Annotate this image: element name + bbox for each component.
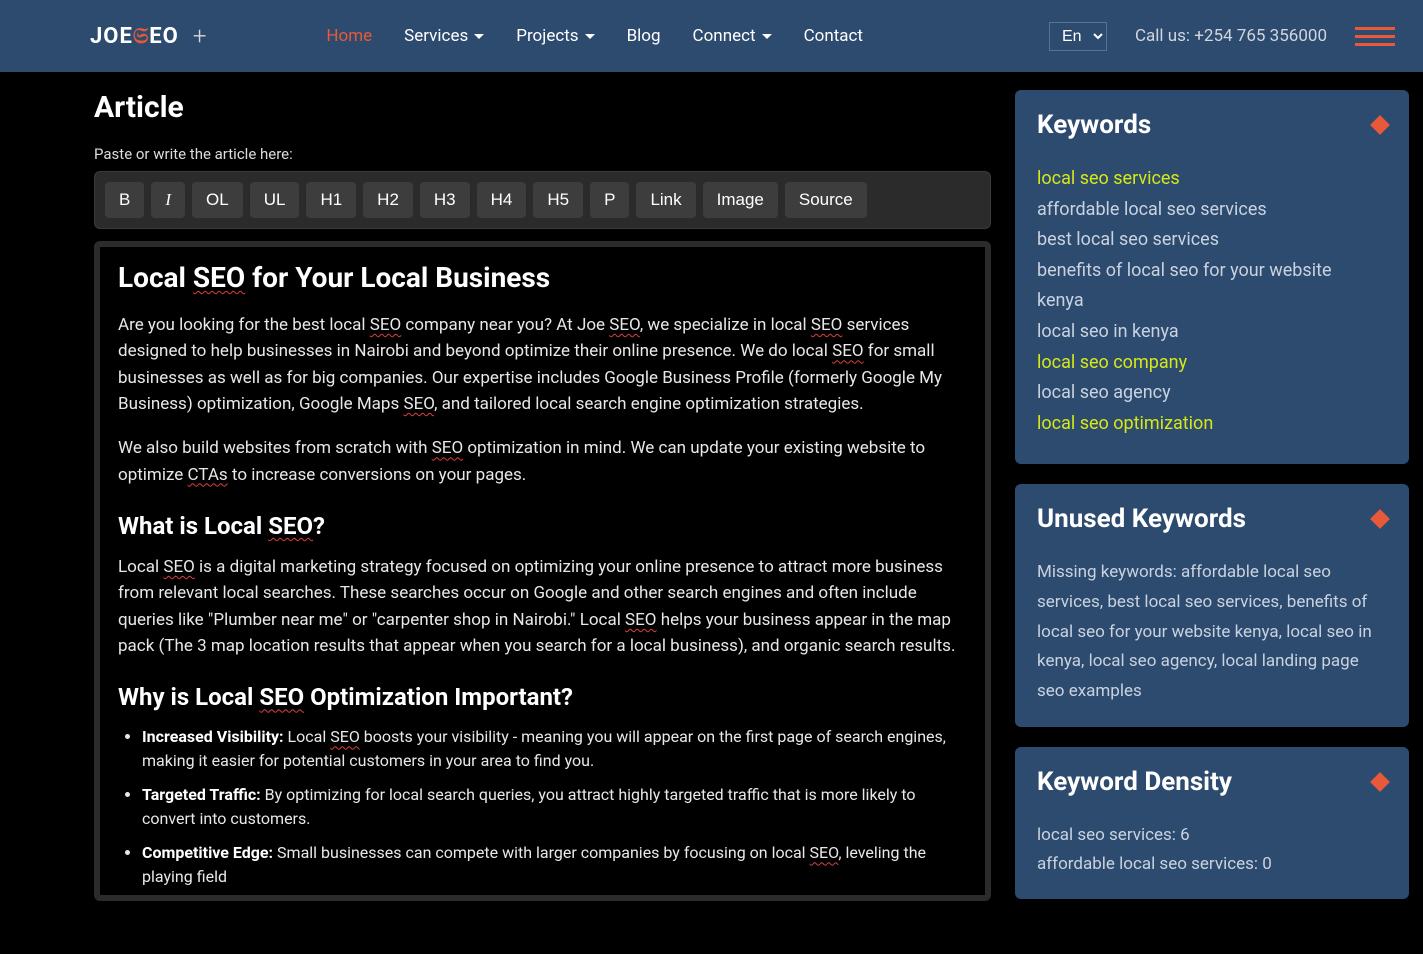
keyword-item[interactable]: local seo services — [1037, 164, 1381, 195]
panel-title: Keywords — [1037, 110, 1151, 140]
density-list: local seo services: 6affordable local se… — [1037, 821, 1387, 879]
toolbar-h2-button[interactable]: H2 — [363, 182, 413, 218]
article-heading-1: Local SEO for Your Local Business — [118, 261, 967, 294]
toolbar-ul-button[interactable]: UL — [250, 182, 300, 218]
toolbar-h1-button[interactable]: H1 — [306, 182, 356, 218]
list-item: Increased Visibility: Local SEO boosts y… — [142, 725, 967, 773]
nav-item-home[interactable]: Home — [326, 26, 372, 46]
caret-down-icon — [585, 34, 595, 39]
header-right: En Call us: +254 765 356000 — [1049, 22, 1395, 51]
keyword-item[interactable]: local seo in kenya — [1037, 317, 1381, 348]
toolbar-h3-button[interactable]: H3 — [420, 182, 470, 218]
nav-item-projects[interactable]: Projects — [516, 26, 594, 46]
density-line: local seo services: 6 — [1037, 821, 1387, 850]
toolbar-image-button[interactable]: Image — [703, 182, 778, 218]
list-item: Competitive Edge: Small businesses can c… — [142, 841, 967, 889]
keyword-item[interactable]: local seo agency — [1037, 378, 1381, 409]
article-heading-2: What is Local SEO? — [118, 512, 967, 540]
keywords-panel: Keywords local seo servicesaffordable lo… — [1015, 90, 1409, 464]
list-item: Targeted Traffic: By optimizing for loca… — [142, 783, 967, 831]
main-nav: Home Services Projects Blog Connect Contact — [326, 26, 1049, 46]
caret-down-icon — [474, 34, 484, 39]
language-select[interactable]: En — [1049, 22, 1107, 51]
unused-keywords-body: Missing keywords: affordable local seo s… — [1037, 558, 1387, 707]
article-paragraph: We also build websites from scratch with… — [118, 435, 967, 488]
diamond-icon — [1370, 509, 1390, 529]
app-header: JOE𝔖EO + Home Services Projects Blog Connect… — [0, 0, 1423, 72]
toolbar-link-button[interactable]: Link — [636, 182, 695, 218]
toolbar-p-button[interactable]: P — [590, 182, 629, 218]
caret-down-icon — [762, 34, 772, 39]
editor-area[interactable]: Local SEO for Your Local Business Are yo… — [94, 241, 991, 901]
editor-toolbar: BIOLULH1H2H3H4H5PLinkImageSource — [94, 171, 991, 229]
keyword-item[interactable]: affordable local seo services — [1037, 195, 1381, 226]
diamond-icon — [1370, 115, 1390, 135]
plus-icon[interactable]: + — [193, 22, 207, 50]
article-heading-2: Why is Local SEO Optimization Important? — [118, 683, 967, 711]
toolbar-ol-button[interactable]: OL — [192, 182, 243, 218]
page-title: Article — [94, 90, 991, 125]
nav-item-connect[interactable]: Connect — [693, 26, 772, 46]
toolbar-b-button[interactable]: B — [105, 182, 144, 218]
article-column: Article Paste or write the article here:… — [94, 90, 991, 954]
nav-item-contact[interactable]: Contact — [804, 26, 863, 46]
article-list: Increased Visibility: Local SEO boosts y… — [118, 725, 967, 889]
density-line: affordable local seo services: 0 — [1037, 850, 1387, 879]
editor-prompt-label: Paste or write the article here: — [94, 145, 991, 163]
keyword-item[interactable]: local seo company — [1037, 348, 1381, 379]
unused-keywords-panel: Unused Keywords Missing keywords: afford… — [1015, 484, 1409, 727]
call-us-text: Call us: +254 765 356000 — [1135, 26, 1327, 46]
sidebar-column: Keywords local seo servicesaffordable lo… — [1015, 90, 1409, 954]
keyword-item[interactable]: local seo optimization — [1037, 409, 1381, 440]
nav-item-services[interactable]: Services — [404, 26, 484, 46]
panel-title: Unused Keywords — [1037, 504, 1246, 534]
keyword-item[interactable]: benefits of local seo for your website k… — [1037, 256, 1381, 317]
keywords-list[interactable]: local seo servicesaffordable local seo s… — [1037, 164, 1387, 444]
toolbar-i-button[interactable]: I — [151, 182, 185, 218]
toolbar-h5-button[interactable]: H5 — [533, 182, 583, 218]
article-paragraph: Are you looking for the best local SEO c… — [118, 312, 967, 417]
keyword-item[interactable]: best local seo services — [1037, 225, 1381, 256]
editor-content[interactable]: Local SEO for Your Local Business Are yo… — [118, 261, 967, 889]
nav-item-blog[interactable]: Blog — [627, 26, 661, 46]
article-paragraph: Local SEO is a digital marketing strateg… — [118, 554, 967, 659]
panel-title: Keyword Density — [1037, 767, 1232, 797]
toolbar-h4-button[interactable]: H4 — [477, 182, 527, 218]
logo[interactable]: JOE𝔖EO + — [90, 22, 206, 50]
keyword-density-panel: Keyword Density local seo services: 6aff… — [1015, 747, 1409, 899]
hamburger-menu-icon[interactable] — [1355, 27, 1395, 46]
toolbar-source-button[interactable]: Source — [785, 182, 867, 218]
diamond-icon — [1370, 772, 1390, 792]
logo-text: JOE𝔖EO — [90, 24, 179, 49]
